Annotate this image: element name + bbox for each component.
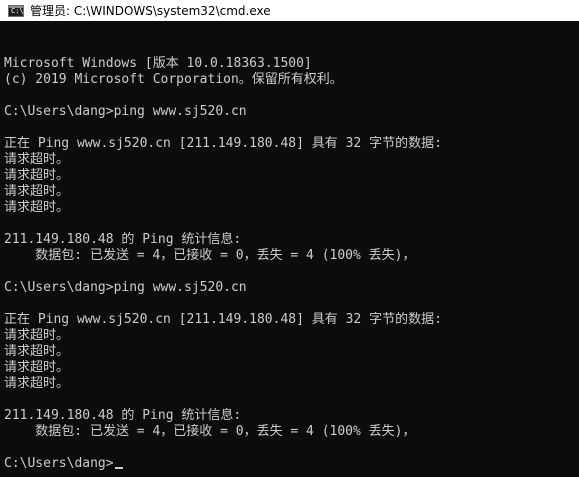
console-line: 正在 Ping www.sj520.cn [211.149.180.48] 具有… xyxy=(4,136,442,151)
console-line: 数据包: 已发送 = 4，已接收 = 0，丢失 = 4 (100% 丢失)， xyxy=(4,424,416,439)
prompt-line[interactable]: C:\Users\dang> xyxy=(4,456,579,472)
console-line: 211.149.180.48 的 Ping 统计信息: xyxy=(4,408,242,423)
console-line: (c) 2019 Microsoft Corporation。保留所有权利。 xyxy=(4,72,343,87)
text-cursor xyxy=(114,467,123,469)
console-line: C:\Users\dang>ping www.sj520.cn xyxy=(4,104,247,119)
cmd-icon[interactable]: C:\ xyxy=(8,4,24,17)
title-bar[interactable]: C:\ 管理员: C:\WINDOWS\system32\cmd.exe xyxy=(0,0,579,21)
console-line: 请求超时。 xyxy=(4,360,70,375)
cmd-icon-glyph: C:\ xyxy=(11,6,24,15)
console-line: C:\Users\dang>ping www.sj520.cn xyxy=(4,280,247,295)
console-line: 请求超时。 xyxy=(4,152,70,167)
console-line: 请求超时。 xyxy=(4,168,70,183)
prompt-text: C:\Users\dang> xyxy=(4,456,114,471)
console-line: 请求超时。 xyxy=(4,184,70,199)
console-line: 数据包: 已发送 = 4，已接收 = 0，丢失 = 4 (100% 丢失)， xyxy=(4,248,416,263)
window-title: 管理员: C:\WINDOWS\system32\cmd.exe xyxy=(30,4,271,18)
console-line: 请求超时。 xyxy=(4,200,70,215)
console-line: 请求超时。 xyxy=(4,344,70,359)
console-line: 请求超时。 xyxy=(4,376,70,391)
console-line: Microsoft Windows [版本 10.0.18363.1500] xyxy=(4,56,312,71)
cmd-window: C:\ 管理员: C:\WINDOWS\system32\cmd.exe Mic… xyxy=(0,0,579,477)
console-line: 请求超时。 xyxy=(4,328,70,343)
console-output[interactable]: Microsoft Windows [版本 10.0.18363.1500] (c… xyxy=(4,24,579,477)
console-line: 正在 Ping www.sj520.cn [211.149.180.48] 具有… xyxy=(4,312,442,327)
console-line: 211.149.180.48 的 Ping 统计信息: xyxy=(4,232,242,247)
